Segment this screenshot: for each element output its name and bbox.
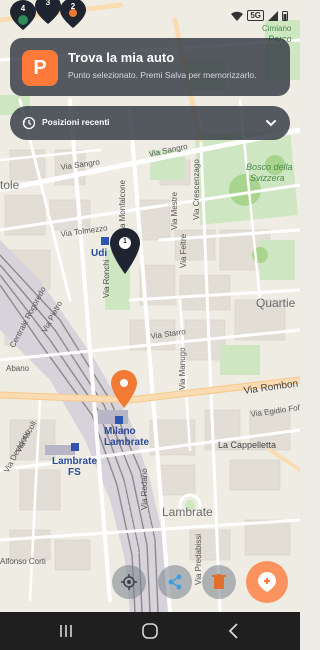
map-label-bosco-2: Svizzera — [250, 173, 285, 183]
recent-apps-icon[interactable] — [56, 621, 76, 641]
cluster-pin-3[interactable]: 3 — [35, 0, 61, 24]
crosshair-icon — [121, 574, 137, 590]
map-label-lambrate-fs: Lambrate — [52, 456, 98, 467]
map-label-quartiere: Quartie — [256, 296, 296, 310]
map-label-udine: Udi — [91, 248, 108, 259]
chevron-down-icon — [266, 120, 276, 127]
history-icon — [22, 116, 36, 130]
cluster-count: 2 — [70, 2, 76, 11]
map-label-la-cappelletta: La Cappelletta — [218, 440, 277, 450]
trash-icon — [212, 574, 226, 589]
map-label-lambrate-fs-2: FS — [68, 467, 81, 478]
home-icon[interactable] — [140, 621, 160, 641]
signal-icon — [268, 10, 278, 21]
map-pin-icon — [110, 228, 140, 274]
share-icon — [168, 574, 182, 590]
map-label-abano: Abano — [6, 364, 30, 373]
delete-button[interactable] — [202, 565, 236, 599]
map-label-via-manugo: Via Manugo — [178, 347, 187, 390]
network-badge: 5G — [247, 10, 264, 21]
save-pin-icon — [258, 572, 276, 592]
status-icons: 5G — [231, 10, 288, 21]
locate-me-button[interactable] — [112, 565, 146, 599]
map-label-via-mestre: Via Mestre — [170, 191, 179, 230]
recent-positions-dropdown[interactable]: Posizioni recenti — [10, 106, 290, 140]
cluster-count: 4 — [20, 4, 26, 13]
save-location-button[interactable] — [246, 561, 288, 603]
map-label-via-crescenzago: Via Crescenzago — [192, 159, 201, 220]
parking-icon: P — [22, 50, 58, 86]
wifi-icon — [231, 11, 244, 21]
find-car-card: P Trova la mia auto Punto selezionato. P… — [10, 38, 290, 96]
map-label-via-monfalcone: Via Monfalcone — [118, 180, 127, 235]
map-label-milano-lambrate-2: Lambrate — [104, 437, 150, 448]
status-bar: 4 3 2 5G — [0, 0, 300, 30]
back-icon[interactable] — [224, 621, 244, 641]
selected-point-pin[interactable] — [111, 370, 137, 408]
system-navigation-bar — [0, 612, 300, 650]
map-label-lambrate: Lambrate — [162, 505, 213, 519]
map-label-milano-lambrate: Milano — [104, 426, 136, 437]
battery-icon — [282, 11, 288, 21]
recent-positions-label: Posizioni recenti — [42, 117, 110, 127]
map-label-tole: tole — [0, 178, 20, 192]
pin-number: 1 — [123, 238, 127, 245]
cluster-pin-2[interactable]: 2 — [60, 0, 86, 28]
map-label-via-rodano: Via Rodano — [140, 468, 149, 510]
saved-location-pin[interactable]: 1 — [110, 228, 140, 274]
card-title: Trova la mia auto — [68, 50, 175, 65]
map-label-bosco: Bosco della — [246, 162, 293, 172]
location-marker-icon — [111, 370, 137, 408]
cluster-count: 3 — [45, 0, 51, 7]
cluster-pin-4[interactable]: 4 — [10, 0, 36, 30]
map-label-alfonso: Alfonso Corti — [0, 557, 46, 566]
share-button[interactable] — [158, 565, 192, 599]
map-label-via-feltre: Via Feltre — [179, 233, 188, 268]
card-subtitle: Punto selezionato. Premi Salva per memor… — [68, 70, 257, 80]
